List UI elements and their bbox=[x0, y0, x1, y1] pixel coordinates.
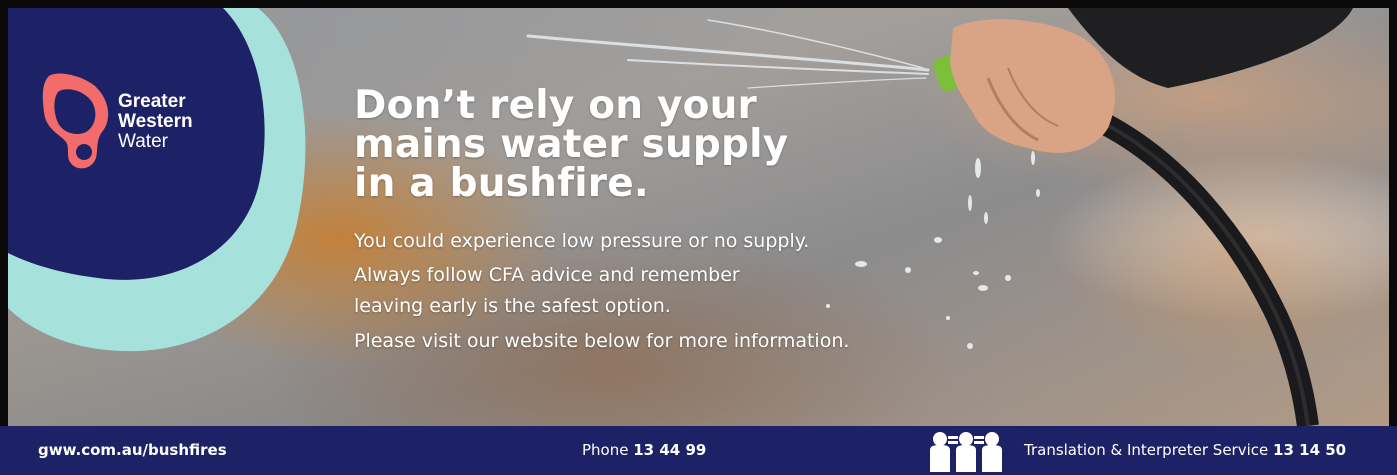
headline-line-1: Don’t rely on your bbox=[354, 83, 757, 128]
interpreter-people-icon bbox=[930, 432, 1002, 472]
logo-line-western: Western bbox=[118, 111, 193, 132]
headline-line-3: in a bushfire. bbox=[354, 161, 649, 206]
hero-banner: Greater Western Water Don’t rely on your… bbox=[8, 8, 1389, 426]
hose bbox=[1088, 108, 1319, 426]
body-line-3: leaving early is the safest option. bbox=[354, 295, 671, 317]
body-line-2: Always follow CFA advice and remember bbox=[354, 264, 740, 286]
gww-logo[interactable]: Greater Western Water bbox=[40, 72, 220, 172]
body-line-1: You could experience low pressure or no … bbox=[354, 230, 810, 252]
logo-backdrop bbox=[8, 8, 306, 352]
website-link[interactable]: gww.com.au/bushfires bbox=[38, 441, 227, 459]
translation-service-info[interactable]: Translation & Interpreter Service 13 14 … bbox=[1024, 441, 1346, 459]
logo-line-greater: Greater bbox=[118, 91, 186, 112]
phone-label: Phone bbox=[582, 441, 629, 459]
logo-line-water: Water bbox=[118, 131, 168, 152]
water-spray bbox=[526, 19, 930, 89]
headline-line-2: mains water supply bbox=[354, 122, 789, 167]
body-copy: You could experience low pressure or no … bbox=[354, 230, 849, 352]
phone-number: 13 44 99 bbox=[633, 441, 707, 459]
tis-number: 13 14 50 bbox=[1273, 441, 1347, 459]
hand bbox=[950, 19, 1115, 153]
headline: Don’t rely on your mains water supply in… bbox=[354, 86, 914, 203]
water-drop-logo-icon bbox=[42, 73, 109, 169]
tis-label: Translation & Interpreter Service bbox=[1024, 441, 1269, 459]
logo-wordmark: Greater Western Water bbox=[118, 92, 193, 152]
footer-bar: gww.com.au/bushfires Phone 13 44 99 Tran… bbox=[0, 426, 1397, 475]
body-line-4: Please visit our website below for more … bbox=[354, 330, 850, 352]
phone-info[interactable]: Phone 13 44 99 bbox=[582, 441, 706, 459]
